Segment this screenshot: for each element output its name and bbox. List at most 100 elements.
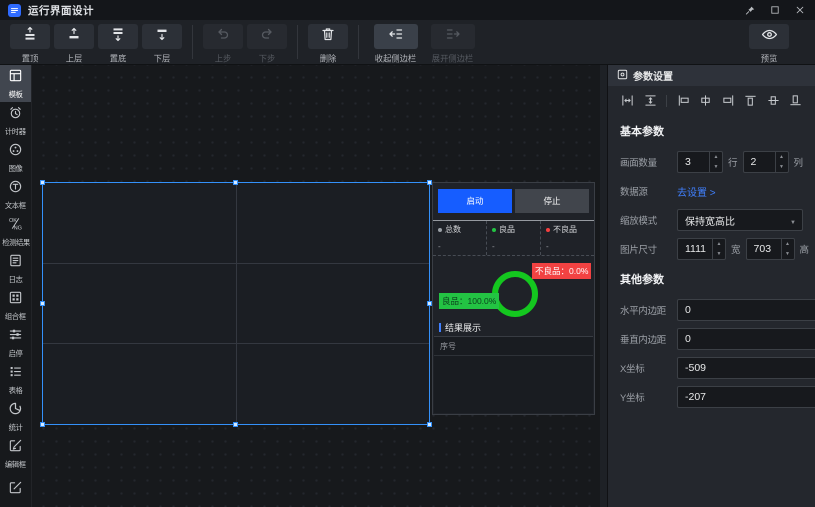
- app-window: 运行界面设计 置顶 上层: [0, 0, 815, 507]
- log-icon: [8, 253, 23, 273]
- height-input[interactable]: [747, 239, 781, 259]
- inspector-header: 参数设置: [608, 65, 815, 86]
- step-down-icon[interactable]: [710, 162, 722, 172]
- sidebar-item-more[interactable]: [0, 472, 31, 507]
- toolbar: 置顶 上层 置底 下层 上步: [0, 20, 815, 65]
- start-button[interactable]: 启动: [438, 189, 512, 213]
- template-cell: [43, 264, 236, 344]
- collapse-sidebar-button[interactable]: 收起侧边栏: [367, 24, 424, 65]
- section-accent-bar: [439, 323, 441, 332]
- cols-stepper[interactable]: [775, 152, 788, 172]
- maximize-icon[interactable]: [770, 5, 780, 15]
- stat-total: 总数 -: [433, 221, 487, 255]
- resize-handle[interactable]: [40, 180, 45, 185]
- h-padding-numbox: [677, 299, 815, 321]
- sidebar-item-template[interactable]: 模板: [0, 65, 31, 102]
- titlebar: 运行界面设计: [0, 0, 815, 20]
- height-stepper[interactable]: [781, 239, 794, 259]
- sidebar-item-textbox[interactable]: 文本框: [0, 176, 31, 213]
- align-right-icon[interactable]: [722, 94, 735, 107]
- template-widget-selection[interactable]: [42, 182, 430, 425]
- redo-button[interactable]: 下步: [245, 24, 289, 65]
- go-setup-link[interactable]: 去设置 >: [677, 184, 716, 199]
- distribute-horizontal-icon[interactable]: [621, 94, 634, 107]
- rows-input[interactable]: [678, 152, 709, 172]
- undo-button[interactable]: 上步: [201, 24, 245, 65]
- sidebar-item-timer[interactable]: 计时器: [0, 102, 31, 139]
- align-top-icon[interactable]: [744, 94, 757, 107]
- bring-to-front-button[interactable]: 置顶: [8, 24, 52, 65]
- canvas-scrollbar[interactable]: [600, 65, 607, 507]
- layer-up-icon: [66, 26, 82, 47]
- edit-icon: [8, 480, 23, 500]
- sidebar-item-log[interactable]: 日志: [0, 250, 31, 287]
- send-to-back-button[interactable]: 置底: [96, 24, 140, 65]
- move-layer-down-button[interactable]: 下层: [140, 24, 184, 65]
- x-coord-field: X坐标: [620, 357, 803, 379]
- stat-good: 良品 -: [487, 221, 541, 255]
- pin-icon[interactable]: [744, 5, 755, 16]
- other-params-title: 其他参数: [620, 271, 803, 287]
- combo-grid-icon: [8, 290, 23, 310]
- sidebar-item-table[interactable]: 表格: [0, 361, 31, 398]
- expand-sidebar-button[interactable]: 展开侧边栏: [424, 24, 481, 65]
- step-down-icon[interactable]: [776, 162, 788, 172]
- sidebar-item-start-stop[interactable]: 启停: [0, 324, 31, 361]
- resize-handle[interactable]: [233, 422, 238, 427]
- align-center-horizontal-icon[interactable]: [699, 94, 712, 107]
- move-layer-up-button[interactable]: 上层: [52, 24, 96, 65]
- text-icon: [8, 179, 23, 199]
- v-padding-input[interactable]: [678, 329, 815, 349]
- template-cell: [43, 183, 236, 263]
- inspector-panel: 参数设置 基本参数 画面数量: [607, 65, 815, 507]
- timer-icon: [8, 105, 23, 125]
- send-to-back-icon: [110, 26, 126, 47]
- edit-icon: [8, 438, 23, 458]
- step-up-icon[interactable]: [713, 239, 725, 249]
- step-down-icon[interactable]: [713, 249, 725, 259]
- resize-handle[interactable]: [427, 422, 432, 427]
- x-coord-input[interactable]: [678, 358, 815, 378]
- resize-handle[interactable]: [40, 422, 45, 427]
- distribute-vertical-icon[interactable]: [644, 94, 657, 107]
- step-down-icon[interactable]: [782, 249, 794, 259]
- total-dot-icon: [438, 228, 442, 232]
- width-input[interactable]: [678, 239, 712, 259]
- x-coord-numbox: [677, 357, 815, 379]
- sidebar-item-editbox[interactable]: 编辑框: [0, 435, 31, 472]
- y-coord-input[interactable]: [678, 387, 815, 407]
- step-up-icon[interactable]: [782, 239, 794, 249]
- trash-icon: [320, 26, 336, 47]
- sidebar-item-image[interactable]: 图像: [0, 139, 31, 176]
- defect-dot-icon: [546, 228, 550, 232]
- template-cell: [237, 264, 430, 344]
- resize-handle[interactable]: [233, 180, 238, 185]
- step-up-icon[interactable]: [776, 152, 788, 162]
- design-canvas[interactable]: 启动 停止 总数 - 良品 - 不良品 -: [32, 65, 600, 507]
- sidebar-item-detect-result[interactable]: OKNG 检测结果: [0, 213, 31, 250]
- statistics-widget: 总数 - 良品 - 不良品 -: [433, 220, 594, 256]
- rows-stepper[interactable]: [709, 152, 722, 172]
- cols-input[interactable]: [744, 152, 775, 172]
- delete-button[interactable]: 删除: [306, 24, 350, 65]
- align-bottom-icon[interactable]: [789, 94, 802, 107]
- width-stepper[interactable]: [712, 239, 725, 259]
- align-toolbar: [608, 86, 815, 110]
- runtime-widget-panel[interactable]: 启动 停止 总数 - 良品 - 不良品 -: [432, 182, 595, 415]
- sidebar-item-statistics[interactable]: 统计: [0, 398, 31, 435]
- align-left-icon[interactable]: [677, 94, 690, 107]
- sidebar-item-combobox[interactable]: 组合框: [0, 287, 31, 324]
- align-middle-vertical-icon[interactable]: [767, 94, 780, 107]
- template-cell: [237, 344, 430, 424]
- v-padding-numbox: [677, 328, 815, 350]
- stop-button[interactable]: 停止: [515, 189, 589, 213]
- preview-button[interactable]: 预览: [747, 24, 791, 65]
- layer-down-icon: [154, 26, 170, 47]
- resize-handle[interactable]: [40, 301, 45, 306]
- cols-numbox: [743, 151, 789, 173]
- close-icon[interactable]: [795, 5, 805, 15]
- widget-sidebar: 模板 计时器 图像 文本框 OKNG 检测结果 日志: [0, 65, 32, 507]
- scale-mode-select[interactable]: 保持宽高比: [677, 209, 803, 231]
- step-up-icon[interactable]: [710, 152, 722, 162]
- h-padding-input[interactable]: [678, 300, 815, 320]
